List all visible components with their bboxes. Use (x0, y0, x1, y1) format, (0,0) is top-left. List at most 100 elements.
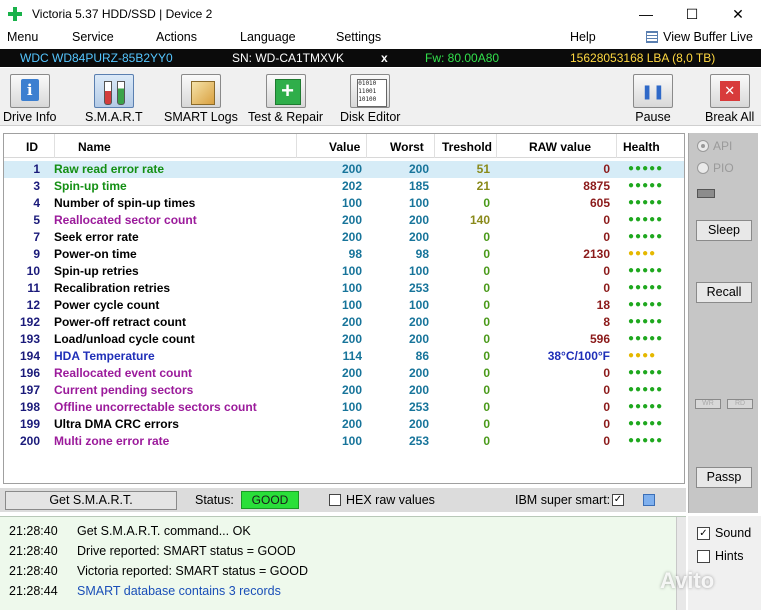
get-smart-button[interactable]: Get S.M.A.R.T. (5, 491, 177, 510)
break-all-label: Break All (705, 110, 755, 124)
cell-raw-value: 0 (603, 162, 610, 176)
menu-menu[interactable]: Menu (7, 30, 38, 44)
cell-health: ●●●●● (628, 435, 664, 446)
hints-checkbox[interactable] (697, 549, 710, 563)
disk-editor-button[interactable]: Disk Editor (340, 74, 400, 124)
drive-close-x[interactable]: x (381, 51, 388, 65)
header-worst[interactable]: Worst (390, 140, 424, 154)
pause-button[interactable]: Pause (633, 74, 673, 124)
smart-button[interactable]: S.M.A.R.T (85, 74, 143, 124)
menu-bar: Menu Service Actions Language Settings H… (0, 28, 761, 48)
cell-health: ●●●●● (628, 384, 664, 395)
passp-button[interactable]: Passp (696, 467, 752, 488)
view-buffer-live[interactable]: View Buffer Live (646, 30, 753, 44)
header-health[interactable]: Health (623, 140, 660, 154)
drive-model[interactable]: WDC WD84PURZ-85B2YY0 (20, 51, 173, 65)
window-title: Victoria 5.37 HDD/SSD | Device 2 (32, 7, 213, 21)
table-row[interactable]: 7 Seek error rate 200 200 0 0 ●●●●● (4, 229, 684, 246)
recall-button[interactable]: Recall (696, 282, 752, 303)
table-row[interactable]: 199 Ultra DMA CRC errors 200 200 0 0 ●●●●● (4, 416, 684, 433)
break-all-button[interactable]: Break All (705, 74, 754, 124)
sound-checkbox[interactable]: ✓ (697, 526, 710, 540)
table-row[interactable]: 193 Load/unload cycle count 200 200 0 596 ●●●●… (4, 331, 684, 348)
table-row[interactable]: 200 Multi zone error rate 100 253 0 0 ●●●●● (4, 433, 684, 450)
menu-actions[interactable]: Actions (156, 30, 197, 44)
menu-language[interactable]: Language (240, 30, 296, 44)
pause-icon (633, 74, 673, 108)
stop-icon (709, 74, 750, 108)
log-scrollbar[interactable] (676, 517, 686, 610)
drive-lba: 15628053168 LBA (8,0 TB) (570, 51, 716, 65)
smart-table[interactable]: ID Name Value Worst Treshold RAW value H… (3, 133, 685, 484)
hex-raw-checkbox[interactable] (329, 494, 341, 506)
pio-radio[interactable]: PIO (697, 161, 734, 175)
table-row[interactable]: 3 Spin-up time 202 185 21 8875 ●●●●● (4, 178, 684, 195)
sound-label: Sound (715, 526, 752, 540)
smart-logs-button[interactable]: SMART Logs (164, 74, 238, 124)
hints-checkbox-row[interactable]: Hints (697, 549, 743, 563)
cell-raw-value: 0 (603, 264, 610, 278)
sound-checkbox-row[interactable]: ✓ Sound (697, 526, 751, 540)
table-row[interactable]: 194 HDA Temperature 114 86 0 38°C/100°F ●●●● (4, 348, 684, 365)
log-entry: 21:28:40 Get S.M.A.R.T. command... OK (0, 524, 670, 542)
cell-health: ●●●●● (628, 163, 664, 174)
header-treshold[interactable]: Treshold (442, 140, 492, 154)
plus-icon (265, 74, 306, 108)
close-button[interactable]: ✕ (715, 0, 761, 28)
table-row[interactable]: 198 Offline uncorrectable sectors count 10… (4, 399, 684, 416)
header-id[interactable]: ID (26, 140, 38, 154)
test-repair-button[interactable]: Test & Repair (248, 74, 323, 124)
table-row[interactable]: 10 Spin-up retries 100 100 0 0 ●●●●● (4, 263, 684, 280)
table-row[interactable]: 11 Recalibration retries 100 253 0 0 ●●●●● (4, 280, 684, 297)
cell-health: ●●●●● (628, 282, 664, 293)
table-row[interactable]: 5 Reallocated sector count 200 200 140 0 ●●●●● (4, 212, 684, 229)
log-time: 21:28:40 (9, 564, 58, 578)
log-panel[interactable]: 21:28:40 Get S.M.A.R.T. command... OK 21:2… (0, 516, 686, 610)
menu-settings[interactable]: Settings (336, 30, 381, 44)
drive-info-button[interactable]: Drive Info (3, 74, 57, 124)
drive-info-bar: WDC WD84PURZ-85B2YY0 SN: WD-CA1TMXVK x F… (0, 49, 761, 67)
cell-health: ●●●● (628, 350, 657, 361)
header-raw-value[interactable]: RAW value (529, 140, 591, 154)
cell-health: ●●●●● (628, 231, 664, 242)
table-row[interactable]: 9 Power-on time 98 98 0 2130 ●●●● (4, 246, 684, 263)
cell-health: ●●●●● (628, 197, 664, 208)
table-row[interactable]: 197 Current pending sectors 200 200 0 0 ●●●●● (4, 382, 684, 399)
cell-health: ●●●●● (628, 265, 664, 276)
smart-label: S.M.A.R.T (85, 110, 143, 124)
log-message: Get S.M.A.R.T. command... OK (77, 524, 251, 538)
title-bar: Victoria 5.37 HDD/SSD | Device 2 — ☐ ✕ (0, 0, 761, 28)
table-row[interactable]: 196 Reallocated event count 200 200 0 0 ●●●●● (4, 365, 684, 382)
cell-raw-value: 8 (603, 315, 610, 329)
table-header: ID Name Value Worst Treshold RAW value H… (4, 134, 684, 158)
menu-help[interactable]: Help (570, 30, 596, 44)
cell-raw-value: 0 (603, 417, 610, 431)
color-indicator[interactable] (643, 494, 655, 506)
api-radio[interactable]: API (697, 139, 732, 153)
cell-health: ●●●●● (628, 418, 664, 429)
drive-firmware: Fw: 80.00A80 (425, 51, 500, 65)
api-label: API (713, 139, 733, 153)
cell-health: ●●●●● (628, 401, 664, 412)
header-value[interactable]: Value (329, 140, 360, 154)
binary-icon (350, 74, 391, 108)
drive-serial: SN: WD-CA1TMXVK (232, 51, 345, 65)
cell-raw-value: 38°C/100°F (547, 349, 610, 363)
minimize-button[interactable]: — (623, 0, 669, 28)
maximize-button[interactable]: ☐ (669, 0, 715, 28)
app-plus-icon (8, 7, 22, 21)
info-icon (9, 74, 50, 108)
ibm-super-smart-checkbox[interactable]: ✓ (612, 494, 624, 506)
cell-raw-value: 8875 (583, 179, 610, 193)
table-row[interactable]: 192 Power-off retract count 200 200 0 8 ●●●●● (4, 314, 684, 331)
table-row[interactable]: 4 Number of spin-up times 100 100 0 605 ●●●●● (4, 195, 684, 212)
cell-raw-value: 18 (596, 298, 610, 312)
menu-service[interactable]: Service (72, 30, 114, 44)
cell-raw-value: 596 (589, 332, 610, 346)
header-name[interactable]: Name (78, 140, 111, 154)
sleep-button[interactable]: Sleep (696, 220, 752, 241)
table-row[interactable]: 12 Power cycle count 100 100 0 18 ●●●●● (4, 297, 684, 314)
table-row[interactable]: 1 Raw read error rate 200 200 51 0 ●●●●● (4, 161, 684, 178)
test-tubes-icon (93, 74, 134, 108)
toolbar: Drive Info S.M.A.R.T SMART Logs Test & R… (0, 68, 761, 126)
